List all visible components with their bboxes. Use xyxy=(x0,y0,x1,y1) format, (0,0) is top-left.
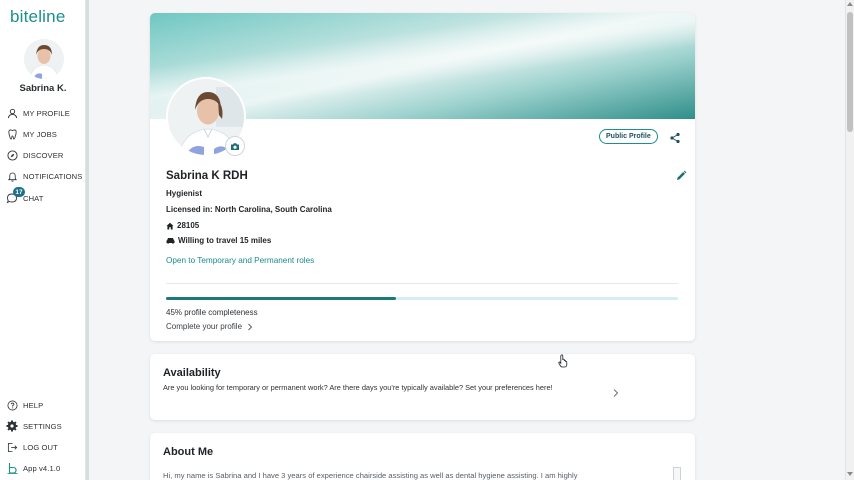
share-icon[interactable] xyxy=(669,131,681,144)
sidebar-divider xyxy=(86,0,89,480)
nav-item-notifications[interactable]: NOTIFICATIONS xyxy=(6,169,82,183)
complete-profile-link[interactable]: Complete your profile xyxy=(166,322,253,331)
nav-item-help[interactable]: HELP xyxy=(6,398,43,412)
nav-item-settings[interactable]: SETTINGS xyxy=(6,419,62,433)
hand-cursor-icon xyxy=(558,354,569,368)
biteline-b-icon xyxy=(6,462,18,474)
app-version: App v4.1.0 xyxy=(6,461,60,475)
nav-label: DISCOVER xyxy=(23,150,64,160)
logout-icon xyxy=(6,441,18,453)
car-icon xyxy=(166,237,175,244)
nav-label: SETTINGS xyxy=(23,421,62,431)
help-circle-icon xyxy=(6,399,18,411)
nav-label: LOG OUT xyxy=(23,442,58,452)
about-me-card: About Me Hi, my name is Sabrina and I ha… xyxy=(150,433,695,480)
sidebar: biteline Sabrina K. MY PROFILE MY JOBS D… xyxy=(0,0,86,480)
about-scrollbar[interactable] xyxy=(673,467,681,480)
availability-card[interactable]: Availability Are you looking for tempora… xyxy=(150,354,695,420)
complete-profile-label: Complete your profile xyxy=(166,322,243,331)
profile-zip: 28105 xyxy=(166,221,199,230)
nav-label: CHAT xyxy=(23,193,44,203)
bell-icon xyxy=(6,170,18,182)
profile-name: Sabrina K RDH xyxy=(166,170,248,182)
user-avatar[interactable] xyxy=(24,39,64,79)
scrollbar-thumb[interactable] xyxy=(847,12,853,132)
profile-completeness-bar xyxy=(166,297,678,300)
profile-role: Hygienist xyxy=(166,189,202,198)
chevron-right-icon[interactable] xyxy=(612,385,620,397)
nav-label: HELP xyxy=(23,400,44,410)
home-icon xyxy=(166,222,174,230)
about-me-text: Hi, my name is Sabrina and I have 3 year… xyxy=(163,471,578,480)
profile-completeness-fill xyxy=(166,297,397,300)
profile-zip-text: 28105 xyxy=(177,221,200,230)
nav-item-chat[interactable]: 17 CHAT xyxy=(6,187,44,205)
chat-bubble-icon: 17 xyxy=(6,187,25,204)
profile-divider xyxy=(166,283,678,284)
availability-description: Are you looking for temporary or permane… xyxy=(163,383,553,392)
gear-icon xyxy=(6,420,18,432)
profile-travel: Willing to travel 15 miles xyxy=(166,236,271,245)
compass-icon xyxy=(6,149,18,161)
profile-licensed-text: Licensed in: North Carolina, South Carol… xyxy=(166,205,332,214)
availability-title: Availability xyxy=(163,367,221,379)
nav-item-discover[interactable]: DISCOVER xyxy=(6,148,63,162)
profile-card: Public Profile Sabrina K RDH Hygienist L… xyxy=(150,13,695,341)
tooth-icon xyxy=(6,128,18,140)
nav-item-log-out[interactable]: LOG OUT xyxy=(6,440,58,454)
nav-item-my-profile[interactable]: MY PROFILE xyxy=(6,106,70,120)
chevron-right-icon xyxy=(247,323,253,331)
chat-unread-badge: 17 xyxy=(13,187,25,197)
edit-profile-pencil-icon[interactable] xyxy=(675,169,687,181)
about-me-title: About Me xyxy=(163,446,214,458)
version-label: App v4.1.0 xyxy=(23,463,61,473)
open-roles-link[interactable]: Open to Temporary and Permanent roles xyxy=(166,256,314,265)
scroll-up-arrow-icon[interactable] xyxy=(847,2,853,6)
app-logo[interactable]: biteline xyxy=(10,7,65,27)
user-name: Sabrina K. xyxy=(19,83,67,94)
profile-completeness-text: 45% profile completeness xyxy=(166,308,258,317)
profile-travel-text: Willing to travel 15 miles xyxy=(178,236,272,245)
public-profile-button[interactable]: Public Profile xyxy=(599,129,658,144)
profile-licensed: Licensed in: North Carolina, South Carol… xyxy=(166,205,332,214)
avatar-photo-icon xyxy=(24,39,64,79)
nav-label: NOTIFICATIONS xyxy=(23,171,83,181)
nav-item-my-jobs[interactable]: MY JOBS xyxy=(6,127,57,141)
change-photo-button[interactable] xyxy=(225,136,245,156)
scroll-down-arrow-icon[interactable] xyxy=(847,472,853,476)
page-scrollbar[interactable] xyxy=(845,0,854,480)
camera-icon xyxy=(231,142,239,150)
profile-role-text: Hygienist xyxy=(166,189,203,198)
person-icon xyxy=(6,107,18,119)
nav-label: MY JOBS xyxy=(23,129,57,139)
nav-label: MY PROFILE xyxy=(23,108,70,118)
